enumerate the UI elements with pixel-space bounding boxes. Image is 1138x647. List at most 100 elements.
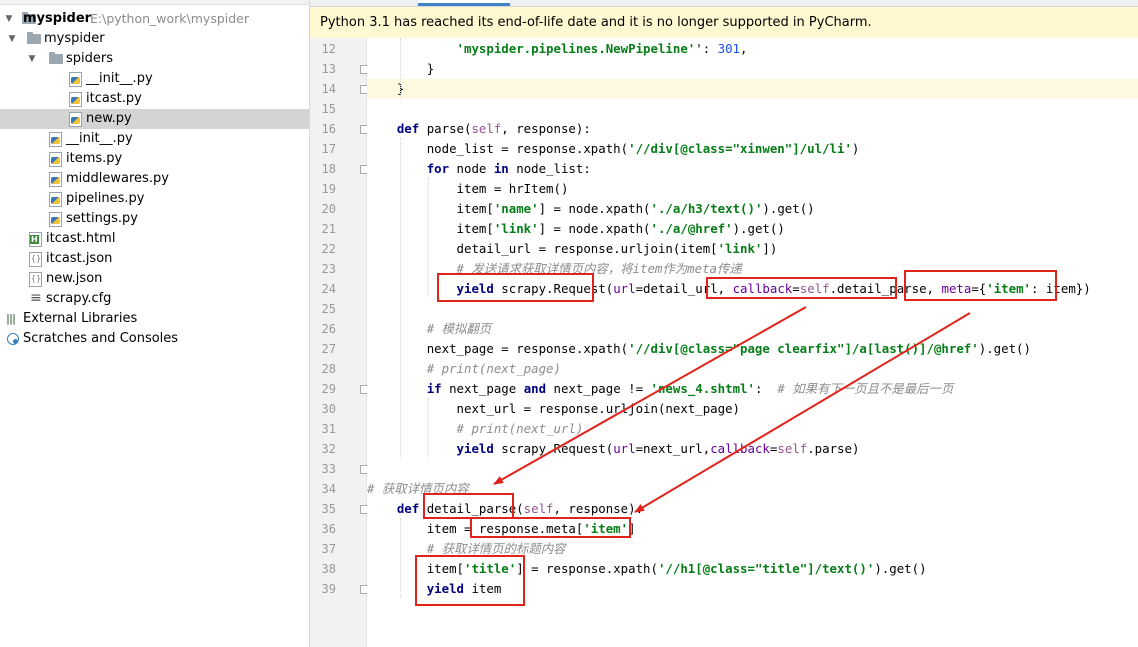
python-file-icon	[49, 172, 62, 187]
code-token: node_list = response.xpath(	[426, 141, 629, 156]
tree-item[interactable]: ▶External Libraries	[0, 309, 309, 329]
code-line[interactable]: item = hrItem()	[367, 179, 1138, 199]
code-line[interactable]: detail_url = response.urljoin(item['link…	[367, 239, 1138, 259]
code-line[interactable]: def parse(self, response):	[367, 119, 1138, 139]
line-number: 18	[321, 162, 336, 176]
tree-item[interactable]: pipelines.py	[0, 189, 309, 209]
code-token: ).get()	[978, 341, 1031, 356]
tree-item[interactable]: itcast.html	[0, 229, 309, 249]
folder-icon	[27, 32, 41, 44]
code-line[interactable]	[367, 459, 1138, 479]
tree-item[interactable]: itcast.json	[0, 249, 309, 269]
code-token: detail_url = response.urljoin(item[	[456, 241, 718, 256]
config-file-icon	[29, 288, 42, 308]
line-number: 21	[321, 222, 336, 236]
tree-item[interactable]: settings.py	[0, 209, 309, 229]
tree-item[interactable]: middlewares.py	[0, 169, 309, 189]
line-number: 26	[321, 322, 336, 336]
code-token: url	[613, 281, 636, 296]
code-line[interactable]: if next_page and next_page != 'news_4.sh…	[367, 379, 1138, 399]
html-file-icon	[29, 232, 42, 247]
line-number: 23	[321, 262, 336, 276]
code-token: url	[613, 441, 636, 456]
tree-item[interactable]: itcast.py	[0, 89, 309, 109]
line-number: 29	[321, 382, 336, 396]
line-number: 22	[321, 242, 336, 256]
code-line[interactable]	[367, 99, 1138, 119]
python-file-icon	[69, 72, 82, 87]
tree-item[interactable]: new.json	[0, 269, 309, 289]
code-line[interactable]: item['link'] = node.xpath('./a/@href').g…	[367, 219, 1138, 239]
tab-new-py[interactable]	[418, 0, 510, 6]
tree-item[interactable]: __init__.py	[0, 69, 309, 89]
tree-item[interactable]: __init__.py	[0, 129, 309, 149]
notification-banner: Python 3.1 has reached its end-of-life d…	[310, 7, 1138, 39]
tree-item[interactable]: ▼ myspider	[0, 29, 309, 49]
code-line[interactable]: node_list = response.xpath('//div[@class…	[367, 139, 1138, 159]
line-number: 20	[321, 202, 336, 216]
line-number: 31	[321, 422, 336, 436]
code-token: item[	[456, 221, 494, 236]
code-token: self	[523, 501, 554, 516]
annotation-box-callback	[706, 277, 897, 299]
tree-item[interactable]: new.py	[0, 109, 309, 129]
code-token: yield	[456, 441, 502, 456]
chevron-down-icon[interactable]: ▼	[3, 9, 15, 29]
code-token: )	[851, 141, 860, 156]
code-token: , response):	[553, 501, 644, 516]
indent-guide	[400, 518, 401, 598]
code-line[interactable]: # 模拟翻页	[367, 319, 1138, 339]
code-line[interactable]: for node in node_list:	[367, 159, 1138, 179]
library-icon	[6, 309, 20, 329]
tree-item-label: myspider	[44, 31, 105, 46]
code-token: 'news_4.shtml'	[650, 381, 755, 396]
tree-item[interactable]: ▼ spiders	[0, 49, 309, 69]
tree-item[interactable]: ▶Scratches and Consoles	[0, 329, 309, 349]
code-line[interactable]: }	[367, 79, 1138, 99]
code-token: 'myspider.pipelines.NewPipeline'	[456, 41, 696, 56]
tree-item-label: itcast.json	[46, 251, 113, 266]
banner-text: Python 3.1 has reached its end-of-life d…	[320, 15, 872, 30]
code-token: }	[426, 61, 435, 76]
annotation-box-yield-request	[437, 273, 594, 302]
line-number: 25	[321, 302, 336, 316]
code-line[interactable]: yield scrapy.Request(url=next_url,callba…	[367, 439, 1138, 459]
chevron-down-icon[interactable]: ▼	[26, 49, 38, 69]
code-line[interactable]	[367, 299, 1138, 319]
code-token: item = hrItem()	[456, 181, 569, 196]
tree-item-label: new.json	[46, 271, 103, 286]
tree-item[interactable]: items.py	[0, 149, 309, 169]
code-line[interactable]: item['name'] = node.xpath('./a/h3/text()…	[367, 199, 1138, 219]
chevron-down-icon[interactable]: ▼	[6, 29, 18, 49]
project-root-name: myspider	[23, 11, 92, 26]
code-line[interactable]: }	[367, 59, 1138, 79]
code-line[interactable]: next_page = response.xpath('//div[@class…	[367, 339, 1138, 359]
tree-item-label: new.py	[86, 111, 132, 126]
indent-guide	[428, 178, 429, 298]
code-token: item[	[456, 201, 494, 216]
indent-guide	[428, 398, 429, 458]
line-number: 15	[321, 102, 336, 116]
code-line[interactable]: # print(next_url)	[367, 419, 1138, 439]
python-file-icon	[49, 192, 62, 207]
line-number: 19	[321, 182, 336, 196]
project-root[interactable]: ▼ myspider E:\python_work\myspider	[0, 9, 309, 29]
json-file-icon	[29, 252, 42, 267]
line-number: 39	[321, 582, 336, 596]
code-line[interactable]: next_url = response.urljoin(next_page)	[367, 399, 1138, 419]
code-line[interactable]: 'myspider.pipelines.NewPipeline'': 301,	[367, 39, 1138, 59]
code-token: ] = response.xpath(	[516, 561, 658, 576]
tree-item[interactable]: scrapy.cfg	[0, 288, 309, 309]
code-line[interactable]: # print(next_page)	[367, 359, 1138, 379]
line-number: 17	[321, 142, 336, 156]
code-token: next_page = response.xpath(	[426, 341, 629, 356]
editor-tab-strip[interactable]	[310, 0, 1138, 7]
tree-item-label: items.py	[66, 151, 123, 166]
